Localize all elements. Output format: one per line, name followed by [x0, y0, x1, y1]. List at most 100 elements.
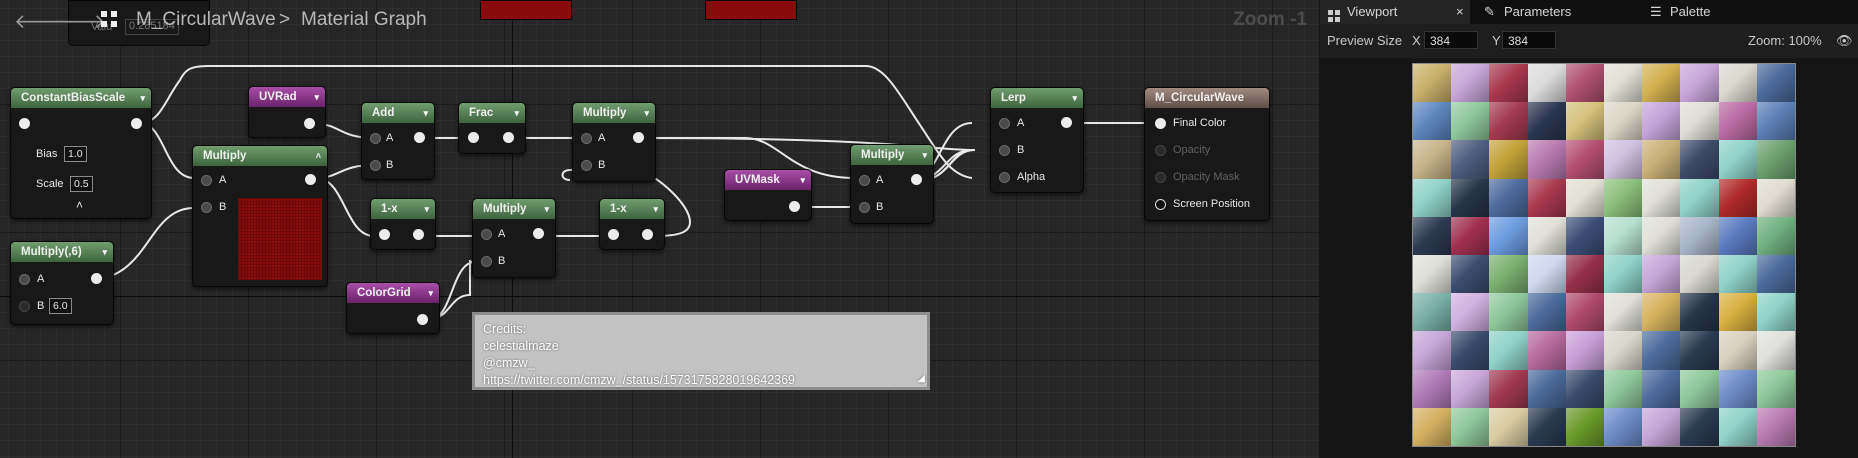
- input-pin-a[interactable]: [201, 175, 212, 186]
- input-pin[interactable]: [19, 118, 30, 129]
- preview-grid-cell: [1604, 178, 1643, 217]
- pin-a-label: A: [219, 174, 227, 186]
- panel-tab-bar: Viewport × ✎ Parameters ☰ Palette: [1320, 0, 1858, 24]
- preview-grid-cell: [1565, 178, 1604, 217]
- input-pin-b[interactable]: [201, 202, 212, 213]
- input-pin-b[interactable]: [999, 145, 1010, 156]
- input-pin-a[interactable]: [999, 118, 1010, 129]
- preview-grid-cell: [1718, 331, 1757, 370]
- pin-b-label: B: [876, 201, 884, 213]
- output-pin[interactable]: [633, 132, 644, 143]
- input-pin-a[interactable]: [581, 133, 592, 144]
- input-pin-b[interactable]: [19, 301, 30, 312]
- preview-grid-cell: [1413, 102, 1452, 141]
- uvmask-node[interactable]: UVMask ▾: [724, 169, 812, 221]
- chevron-up-icon[interactable]: ˄: [316, 146, 321, 166]
- multiply-right-node[interactable]: Multiply ▾ A B: [850, 144, 934, 224]
- chevron-down-icon[interactable]: ▾: [514, 103, 519, 123]
- chevron-down-icon[interactable]: ▾: [424, 199, 429, 219]
- colorgrid-node[interactable]: ColorGrid ▾: [346, 282, 440, 334]
- output-pin[interactable]: [789, 201, 800, 212]
- multiply-top-node[interactable]: Multiply ▾ A B: [572, 102, 656, 182]
- chevron-down-icon[interactable]: ▾: [423, 103, 428, 123]
- output-pin[interactable]: [131, 118, 142, 129]
- b-value-field[interactable]: 6.0: [49, 298, 72, 314]
- frac-node[interactable]: Frac ▾: [458, 102, 526, 154]
- add-node[interactable]: Add ▾ A B: [361, 102, 435, 180]
- output-pin[interactable]: [503, 132, 514, 143]
- output-pin[interactable]: [417, 314, 428, 325]
- chevron-down-icon[interactable]: ▾: [1072, 88, 1077, 108]
- one-minus-node-1[interactable]: 1-x ▾: [370, 198, 436, 250]
- credits-comment-box[interactable]: Credits: celestialmaze @cmzw_ https://tw…: [472, 312, 930, 390]
- preview-grid-cell: [1413, 331, 1452, 370]
- input-pin[interactable]: [608, 229, 619, 240]
- one-minus-title-1: 1-x ▾: [371, 199, 435, 219]
- preview-grid-cell: [1489, 64, 1528, 103]
- input-pin-alpha[interactable]: [999, 172, 1010, 183]
- material-graph-canvas[interactable]: Valu 0.285184: [0, 0, 1319, 458]
- breadcrumb-asset[interactable]: M_CircularWave: [136, 9, 276, 31]
- chevron-down-icon[interactable]: ▾: [800, 170, 805, 190]
- multiply-preview-title: Multiply ˄: [193, 146, 327, 166]
- multiply-preview-node[interactable]: Multiply ˄ A B: [192, 145, 328, 287]
- constant-bias-scale-node[interactable]: ConstantBiasScale ▾ Bias 1.0 Scale 0.5 ˄: [10, 87, 152, 219]
- chevron-down-icon[interactable]: ▾: [922, 145, 927, 165]
- input-pin-a[interactable]: [481, 229, 492, 240]
- multiply-6-node[interactable]: Multiply(,6) ▾ A B 6.0: [10, 241, 114, 325]
- bias-field[interactable]: 1.0: [64, 146, 87, 162]
- opacity-mask-pin[interactable]: [1155, 172, 1166, 183]
- output-pin[interactable]: [533, 228, 544, 239]
- input-pin-b[interactable]: [481, 256, 492, 267]
- tab-viewport[interactable]: Viewport ×: [1320, 0, 1470, 24]
- chevron-down-icon[interactable]: ▾: [102, 242, 107, 262]
- tab-palette[interactable]: ☰ Palette: [1650, 0, 1800, 24]
- output-pin[interactable]: [414, 132, 425, 143]
- multiply-mid-node[interactable]: Multiply ▾ A B: [472, 198, 556, 278]
- input-pin-b[interactable]: [581, 160, 592, 171]
- screen-position-pin[interactable]: [1155, 199, 1166, 210]
- chevron-down-icon[interactable]: ▾: [644, 103, 649, 123]
- output-pin[interactable]: [413, 229, 424, 240]
- input-pin-a[interactable]: [370, 133, 381, 144]
- opacity-pin[interactable]: [1155, 145, 1166, 156]
- input-pin-b[interactable]: [370, 160, 381, 171]
- tab-parameters[interactable]: ✎ Parameters: [1484, 0, 1634, 24]
- uvrad-node[interactable]: UVRad ▾: [248, 86, 326, 138]
- output-pin[interactable]: [911, 174, 922, 185]
- preview-grid-cell: [1718, 140, 1757, 179]
- chevron-down-icon[interactable]: ▾: [653, 199, 658, 219]
- material-result-node[interactable]: M_CircularWave Final Color Opacity Opaci…: [1144, 87, 1270, 221]
- frac-title: Frac ▾: [459, 103, 525, 123]
- preview-x-input[interactable]: 384: [1424, 31, 1478, 49]
- chevron-down-icon[interactable]: ▾: [314, 87, 319, 107]
- output-pin[interactable]: [91, 273, 102, 284]
- pin-a-label: A: [598, 132, 606, 144]
- output-pin[interactable]: [642, 229, 653, 240]
- forward-arrow-icon[interactable]: 🡒: [52, 9, 106, 34]
- comment-line: Credits:: [483, 322, 527, 336]
- input-pin[interactable]: [468, 132, 479, 143]
- resize-handle-icon[interactable]: ◢: [917, 370, 925, 387]
- opacity-mask-label: Opacity Mask: [1173, 171, 1240, 183]
- lerp-node[interactable]: Lerp ▾ A B Alpha: [990, 87, 1084, 193]
- collapse-chevron-icon[interactable]: ˄: [76, 198, 83, 212]
- close-icon[interactable]: ×: [1456, 0, 1464, 24]
- chevron-down-icon[interactable]: ▾: [544, 199, 549, 219]
- input-pin-a[interactable]: [859, 175, 870, 186]
- output-pin[interactable]: [305, 174, 316, 185]
- eye-icon[interactable]: 👁: [1836, 33, 1853, 49]
- chevron-down-icon[interactable]: ▾: [428, 283, 433, 303]
- final-color-pin[interactable]: [1155, 118, 1166, 129]
- preview-y-input[interactable]: 384: [1502, 31, 1556, 49]
- output-pin[interactable]: [304, 118, 315, 129]
- input-pin-a[interactable]: [19, 274, 30, 285]
- one-minus-node-2[interactable]: 1-x ▾: [599, 198, 665, 250]
- scale-field[interactable]: 0.5: [70, 176, 93, 192]
- material-preview-viewport[interactable]: [1412, 63, 1796, 447]
- input-pin-b[interactable]: [859, 202, 870, 213]
- input-pin[interactable]: [379, 229, 390, 240]
- preview-grid-cell: [1604, 293, 1643, 332]
- chevron-down-icon[interactable]: ▾: [140, 88, 145, 108]
- output-pin[interactable]: [1061, 117, 1072, 128]
